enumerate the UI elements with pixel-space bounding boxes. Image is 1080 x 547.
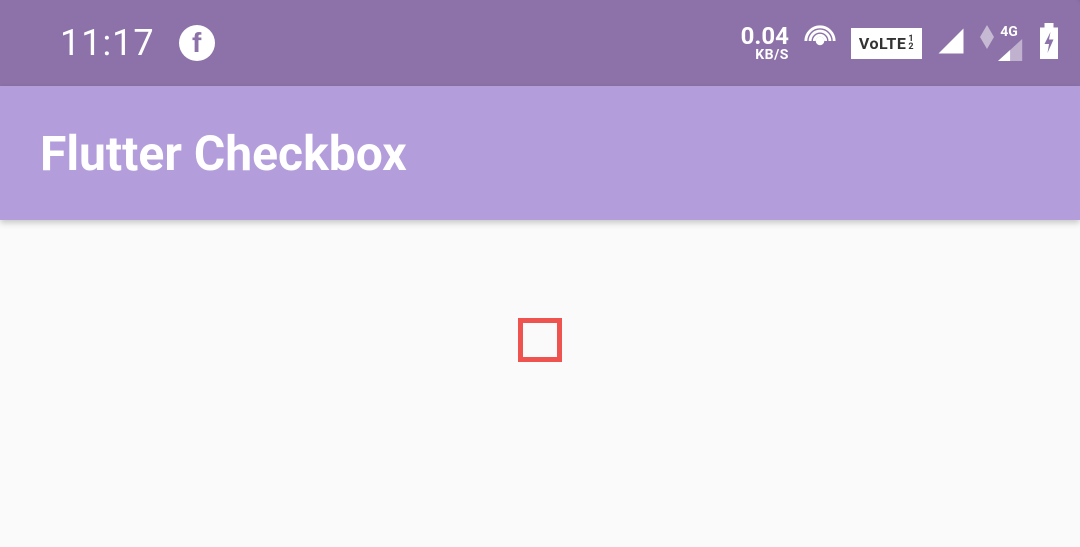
battery-charging-icon xyxy=(1038,23,1060,63)
data-speed-indicator: 0.04 KB/S xyxy=(741,24,789,62)
volte-label: VoLTE xyxy=(859,34,906,53)
status-left: 11:17 f xyxy=(60,22,215,64)
signal-sim2-wrap: 4G xyxy=(980,25,1024,61)
network-type-label: 4G xyxy=(1000,25,1018,39)
volte-sim-indicator: 1 2 xyxy=(908,35,914,51)
app-title: Flutter Checkbox xyxy=(40,125,407,182)
android-status-bar: 11:17 f 0.04 KB/S VoLTE 1 2 xyxy=(0,0,1080,86)
signal-sim2-icon: 4G xyxy=(994,25,1024,61)
volte-badge: VoLTE 1 2 xyxy=(851,28,922,59)
data-speed-value: 0.04 xyxy=(741,24,789,48)
content-area xyxy=(0,220,1080,547)
facebook-notification-icon: f xyxy=(179,25,215,61)
signal-sim1-icon xyxy=(936,26,966,60)
checkbox[interactable] xyxy=(518,318,562,362)
data-speed-unit: KB/S xyxy=(755,48,789,62)
data-arrows-icon xyxy=(980,25,994,49)
hotspot-icon xyxy=(803,24,837,62)
app-bar: Flutter Checkbox xyxy=(0,86,1080,220)
clock: 11:17 xyxy=(60,22,155,64)
status-right: 0.04 KB/S VoLTE 1 2 xyxy=(741,23,1060,63)
